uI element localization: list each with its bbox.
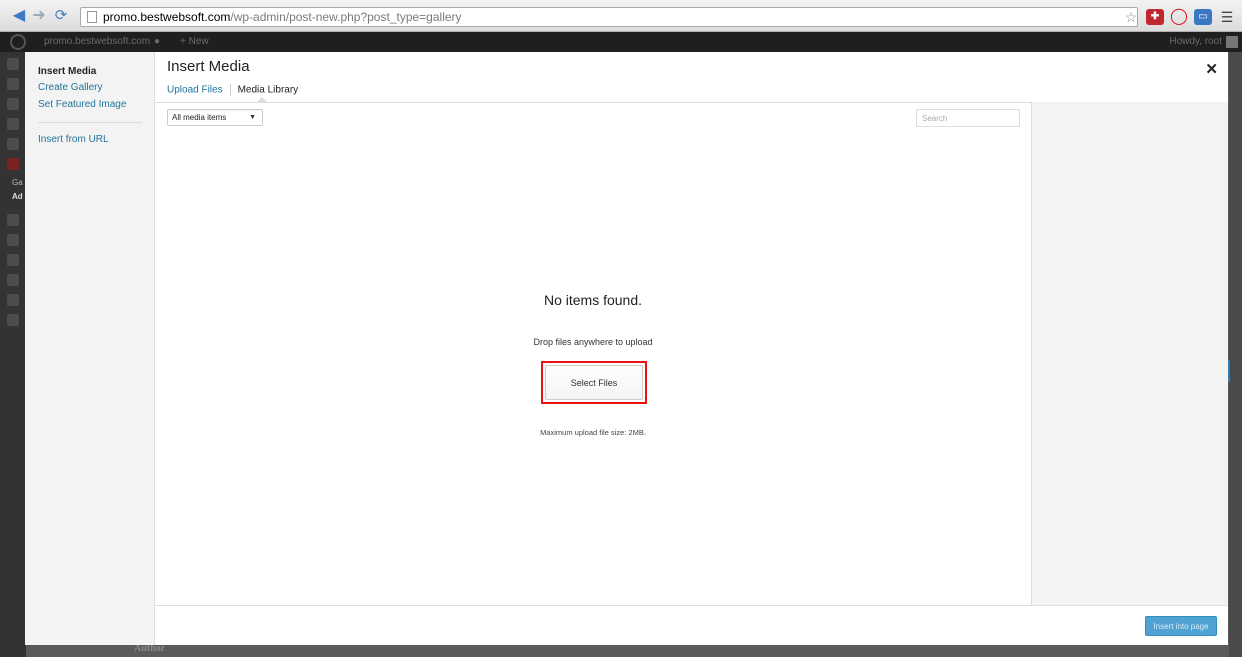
bookmark-star-icon[interactable]: ☆ xyxy=(1122,9,1140,25)
attachment-details-sidebar xyxy=(1031,102,1228,605)
opera-icon[interactable]: ◯ xyxy=(1170,9,1188,25)
tab-media-library[interactable]: Media Library xyxy=(238,85,299,96)
page-icon xyxy=(87,11,97,23)
tools-icon xyxy=(7,274,19,286)
select-files-button[interactable]: Select Files xyxy=(545,365,643,400)
comments-icon[interactable]: ● xyxy=(154,32,160,52)
reload-icon[interactable]: ⟳ xyxy=(52,8,70,24)
menu-set-featured-image[interactable]: Set Featured Image xyxy=(38,99,126,110)
modal-title: Insert Media xyxy=(167,58,250,75)
extension-red-icon[interactable]: ✚ xyxy=(1146,9,1164,25)
drop-files-instructions: Drop files anywhere to upload xyxy=(533,337,653,347)
back-arrow-icon[interactable]: ◀ xyxy=(10,8,28,24)
media-modal: Insert Media Create Gallery Set Featured… xyxy=(25,52,1228,645)
appearance-icon xyxy=(7,214,19,226)
admin-bar-new[interactable]: + New xyxy=(180,32,209,52)
url-host: promo.bestwebsoft.com xyxy=(103,10,231,24)
close-icon[interactable]: ✕ xyxy=(1205,60,1218,78)
settings-icon xyxy=(7,294,19,306)
menu-sub-item: Ga xyxy=(12,178,23,187)
tab-upload-files[interactable]: Upload Files xyxy=(167,85,223,96)
plugins-icon xyxy=(7,234,19,246)
no-items-message: No items found. xyxy=(543,292,643,308)
wp-admin-bar: promo.bestwebsoft.com ● + New Howdy, roo… xyxy=(0,32,1242,52)
media-menu: Insert Media Create Gallery Set Featured… xyxy=(25,52,155,645)
avatar[interactable] xyxy=(1226,36,1238,48)
admin-bar-howdy[interactable]: Howdy, root xyxy=(1169,32,1222,52)
pages-icon xyxy=(7,118,19,130)
media-toolbar: Insert into page xyxy=(155,605,1228,645)
extension-blue-icon[interactable]: ▭ xyxy=(1194,9,1212,25)
admin-bar-site-name[interactable]: promo.bestwebsoft.com xyxy=(44,32,150,52)
forward-arrow-icon[interactable]: ➜ xyxy=(30,8,48,24)
media-icon xyxy=(7,98,19,110)
posts-icon xyxy=(7,78,19,90)
wp-admin-menu: Ga Ad xyxy=(0,52,26,657)
dashboard-icon xyxy=(7,58,19,70)
wordpress-logo-icon[interactable] xyxy=(10,34,26,50)
max-upload-size: Maximum upload file size: 2MB. xyxy=(540,428,646,437)
bws-icon xyxy=(7,314,19,326)
menu-insert-media[interactable]: Insert Media xyxy=(38,66,96,77)
uploader-empty-state: No items found. Drop files anywhere to u… xyxy=(155,102,1031,605)
tab-divider xyxy=(229,84,231,96)
browser-menu-icon[interactable]: ☰ xyxy=(1218,9,1236,25)
media-router: Upload Files Media Library xyxy=(167,84,298,97)
url-path: /wp-admin/post-new.php?post_type=gallery xyxy=(230,10,462,24)
comments-menu-icon xyxy=(7,138,19,150)
extension-icons: ☆ ✚ ◯ ▭ ☰ xyxy=(1122,8,1236,26)
page-background-panel xyxy=(1229,52,1242,657)
browser-toolbar: ◀ ➜ ⟳ promo.bestwebsoft.com/wp-admin/pos… xyxy=(0,0,1242,32)
gallery-menu-icon xyxy=(7,158,19,170)
users-icon xyxy=(7,254,19,266)
menu-insert-from-url[interactable]: Insert from URL xyxy=(38,134,109,145)
address-bar[interactable]: promo.bestwebsoft.com/wp-admin/post-new.… xyxy=(80,7,1138,27)
menu-create-gallery[interactable]: Create Gallery xyxy=(38,82,102,93)
insert-into-page-button[interactable]: Insert into page xyxy=(1145,616,1217,636)
menu-separator xyxy=(38,122,142,123)
menu-sub-item: Ad xyxy=(12,192,23,201)
